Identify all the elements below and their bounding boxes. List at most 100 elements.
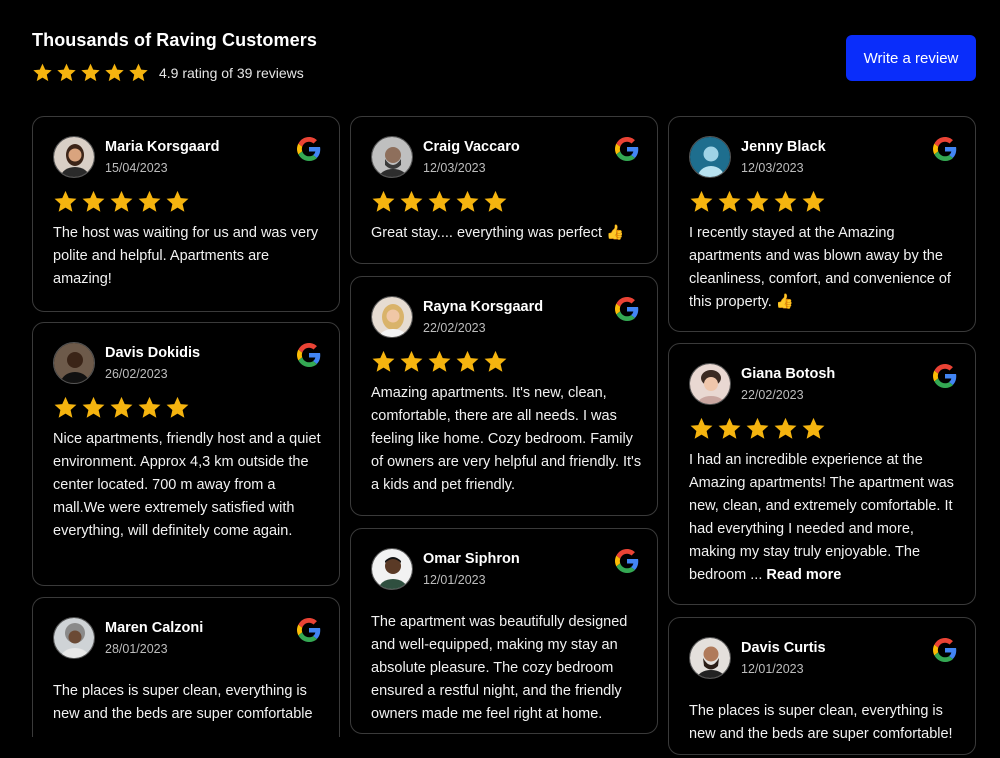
- review-card: Jenny Black 12/03/2023 I recently stayed…: [668, 116, 976, 332]
- reviews-header: Thousands of Raving Customers 4.9 rating…: [32, 30, 976, 90]
- star-icon: [165, 189, 190, 214]
- review-text-body: I had an incredible experience at the Am…: [689, 452, 954, 583]
- review-card: Maria Korsgaard 15/04/2023 The host was …: [32, 116, 340, 312]
- star-icon: [32, 62, 53, 83]
- review-text: I recently stayed at the Amazing apartme…: [689, 225, 951, 310]
- star-icon: [427, 189, 452, 214]
- star-icon: [109, 395, 134, 420]
- page-title: Thousands of Raving Customers: [32, 30, 317, 50]
- star-icon: [773, 189, 798, 214]
- google-icon: [615, 297, 639, 321]
- rating-summary: 4.9 rating of 39 reviews: [159, 64, 304, 81]
- star-icon: [165, 395, 190, 420]
- review-text: Amazing apartments. It's new, clean, com…: [371, 385, 642, 493]
- reviewer-name: Davis Dokidis: [105, 345, 201, 361]
- review-card: Giana Botosh 22/02/2023 I had an incredi…: [668, 343, 976, 605]
- review-card: Omar Siphron 12/01/2023 The apartment wa…: [350, 528, 658, 734]
- star-icon: [801, 416, 826, 441]
- review-text: The places is super clean, everything is…: [689, 703, 953, 742]
- reviewer-name: Giana Botosh: [741, 366, 836, 382]
- star-icon: [689, 416, 714, 441]
- star-icon: [801, 189, 826, 214]
- review-date: 26/02/2023: [105, 367, 168, 381]
- star-icon: [128, 62, 149, 83]
- star-icon: [689, 189, 714, 214]
- avatar: [371, 548, 413, 590]
- reviewer-name: Maria Korsgaard: [105, 139, 220, 155]
- star-icon: [399, 189, 424, 214]
- review-text: Nice apartments, friendly host and a qui…: [53, 431, 321, 539]
- google-icon: [297, 343, 321, 367]
- overall-rating: 4.9 rating of 39 reviews: [32, 62, 304, 83]
- review-stars: [371, 189, 508, 214]
- star-icon: [81, 395, 106, 420]
- reviewer-name: Omar Siphron: [423, 551, 520, 567]
- star-icon: [745, 189, 770, 214]
- review-date: 15/04/2023: [105, 161, 168, 175]
- review-stars: [53, 395, 190, 420]
- review-date: 28/01/2023: [105, 642, 168, 656]
- star-icon: [455, 349, 480, 374]
- star-icon: [81, 189, 106, 214]
- avatar: [689, 363, 731, 405]
- review-card: Maren Calzoni 28/01/2023 The places is s…: [32, 597, 340, 737]
- review-card: Davis Curtis 12/01/2023 The places is su…: [668, 617, 976, 755]
- review-card: Davis Dokidis 26/02/2023 Nice apartments…: [32, 322, 340, 586]
- star-icon: [427, 349, 452, 374]
- review-card: Rayna Korsgaard 22/02/2023 Amazing apart…: [350, 276, 658, 516]
- review-date: 12/01/2023: [423, 573, 486, 587]
- google-icon: [933, 137, 957, 161]
- review-text: I had an incredible experience at the Am…: [689, 449, 961, 587]
- reviewer-name: Maren Calzoni: [105, 620, 204, 636]
- review-stars: [53, 189, 190, 214]
- avatar: [53, 617, 95, 659]
- review-card: Craig Vaccaro 12/03/2023 Great stay.... …: [350, 116, 658, 264]
- write-review-button[interactable]: Write a review: [846, 35, 976, 81]
- google-icon: [615, 137, 639, 161]
- avatar: [689, 136, 731, 178]
- star-icon: [371, 349, 396, 374]
- review-date: 12/03/2023: [741, 161, 804, 175]
- review-date: 22/02/2023: [423, 321, 486, 335]
- star-icon: [104, 62, 125, 83]
- overall-stars: [32, 62, 149, 83]
- star-icon: [53, 189, 78, 214]
- reviewer-name: Davis Curtis: [741, 640, 826, 656]
- star-icon: [56, 62, 77, 83]
- review-date: 12/03/2023: [423, 161, 486, 175]
- star-icon: [137, 395, 162, 420]
- review-stars: [371, 349, 508, 374]
- google-icon: [297, 618, 321, 642]
- star-icon: [137, 189, 162, 214]
- avatar: [689, 637, 731, 679]
- reviewer-name: Jenny Black: [741, 139, 826, 155]
- star-icon: [717, 189, 742, 214]
- star-icon: [717, 416, 742, 441]
- star-icon: [483, 349, 508, 374]
- review-text: The apartment was beautifully designed a…: [371, 614, 628, 722]
- read-more-link[interactable]: Read more: [766, 567, 841, 583]
- star-icon: [80, 62, 101, 83]
- review-text: Great stay.... everything was perfect 👍: [371, 225, 625, 241]
- google-icon: [615, 549, 639, 573]
- star-icon: [455, 189, 480, 214]
- review-stars: [689, 189, 826, 214]
- review-text: The places is super clean, everything is…: [53, 683, 313, 722]
- star-icon: [371, 189, 396, 214]
- avatar: [371, 296, 413, 338]
- review-text: The host was waiting for us and was very…: [53, 225, 319, 287]
- google-icon: [933, 364, 957, 388]
- avatar: [53, 136, 95, 178]
- star-icon: [483, 189, 508, 214]
- google-icon: [933, 638, 957, 662]
- star-icon: [53, 395, 78, 420]
- review-date: 12/01/2023: [741, 662, 804, 676]
- review-date: 22/02/2023: [741, 388, 804, 402]
- star-icon: [109, 189, 134, 214]
- review-stars: [689, 416, 826, 441]
- avatar: [371, 136, 413, 178]
- star-icon: [399, 349, 424, 374]
- reviewer-name: Craig Vaccaro: [423, 139, 520, 155]
- avatar: [53, 342, 95, 384]
- star-icon: [773, 416, 798, 441]
